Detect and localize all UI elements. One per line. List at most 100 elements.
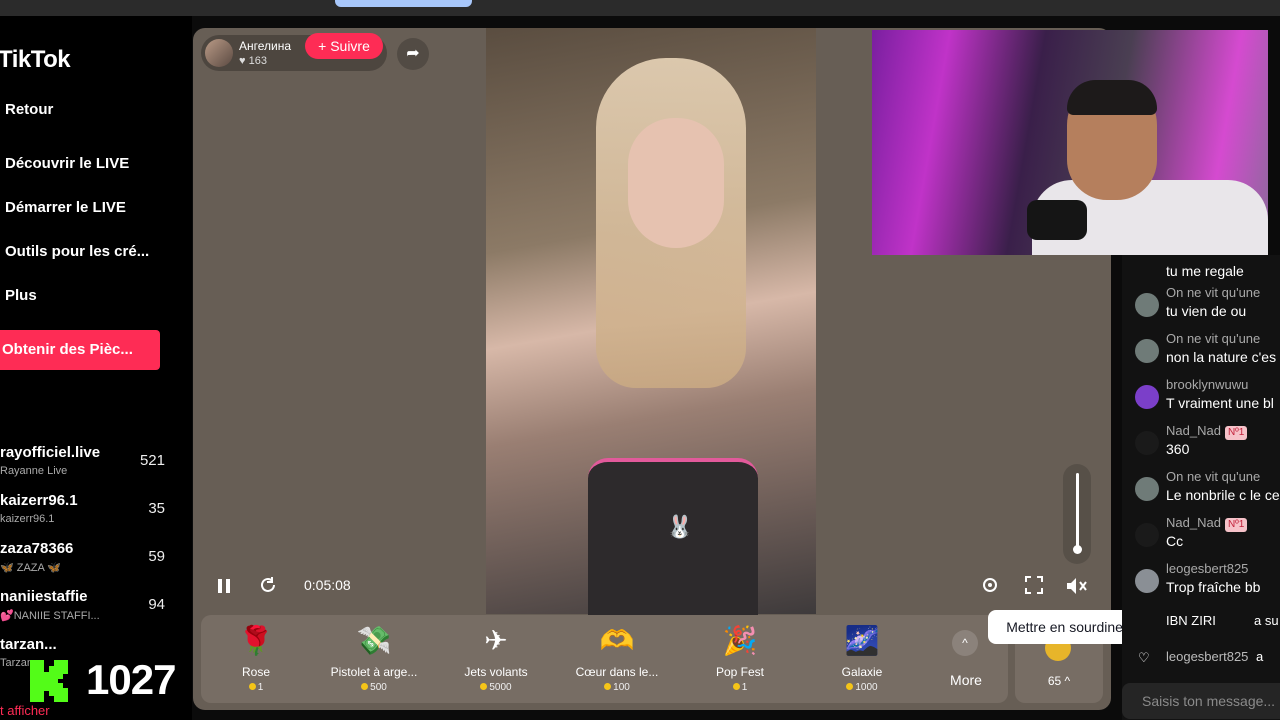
chat-message[interactable]: Nad_Nad Nº1 360	[1122, 423, 1280, 469]
volume-handle[interactable]	[1073, 545, 1082, 554]
gift-icon: 🌹	[238, 625, 274, 656]
chat-message[interactable]: brooklynwuwu T vraiment une bl	[1122, 377, 1280, 423]
avatar[interactable]	[1135, 477, 1159, 501]
rank-badge: Nº1	[1224, 426, 1248, 440]
gift-item[interactable]: 🎉 Pop Fest 1	[685, 615, 795, 703]
gift-name: Jets volants	[464, 665, 528, 679]
creator-name: rayofficiel.live	[0, 444, 101, 461]
gift-item[interactable]: 🌹 Rose 1	[201, 615, 311, 703]
browser-bar	[0, 0, 1280, 16]
chat-username: Nad_Nad	[1166, 515, 1221, 530]
gift-icon: ✈	[484, 625, 508, 656]
gift-price: 1	[741, 682, 748, 693]
chat-message[interactable]: Nad_Nad Nº1 Cc	[1122, 515, 1280, 561]
playback-time: 0:05:08	[304, 577, 351, 593]
follow-button[interactable]: + Suivre	[305, 33, 383, 59]
gift-bar: 🌹 Rose 1 💸 Pistolet à arge... 500 ✈ Jets…	[201, 615, 1008, 703]
avatar[interactable]	[1135, 523, 1159, 547]
more-gifts-button[interactable]: ^ More	[936, 615, 996, 703]
gift-price: 100	[613, 682, 630, 693]
avatar[interactable]	[1135, 431, 1159, 455]
coin-icon	[361, 683, 369, 690]
rank-badge: Nº1	[1224, 518, 1248, 532]
avatar[interactable]	[1135, 569, 1159, 593]
nav-creator-tools[interactable]: Outils pour les cré...	[5, 243, 149, 260]
creator-nickname: kaizerr96.1	[0, 513, 55, 525]
share-icon[interactable]: ➦	[397, 38, 429, 70]
gift-item[interactable]: 🌌 Galaxie 1000	[807, 615, 917, 703]
gift-name: Galaxie	[841, 665, 883, 679]
coin-icon	[846, 683, 854, 690]
viewer-count: 94	[148, 596, 165, 613]
chat-username: On ne vit qu'une	[1166, 285, 1261, 300]
video-subject-face	[628, 118, 724, 248]
creator-nickname: 💕NANIIE STAFFI...	[0, 610, 100, 622]
tiktok-logo[interactable]: TikTok	[0, 46, 71, 74]
creator-item[interactable]: zaza78366 🦋 ZAZA 🦋 59	[0, 540, 175, 580]
chat-username: On ne vit qu'une	[1166, 469, 1261, 484]
gift-item[interactable]: 🫶 Cœur dans le... 100	[562, 615, 672, 703]
bunny-logo-icon: 🐰	[666, 514, 694, 539]
browser-tab[interactable]	[335, 0, 472, 7]
coin-icon	[480, 683, 488, 690]
creator-nickname: 🦋 ZAZA 🦋	[0, 562, 62, 574]
creator-name: zaza78366	[0, 540, 74, 557]
chat-text: a su	[1254, 613, 1279, 628]
live-video[interactable]: 🐰	[486, 28, 816, 618]
gift-item[interactable]: ✈ Jets volants 5000	[441, 615, 551, 703]
host-likes: ♥ 163	[239, 55, 267, 67]
nav-back[interactable]: Retour	[5, 101, 53, 118]
chat-text: Cc	[1166, 533, 1184, 549]
gift-icon: 🌌	[844, 625, 880, 656]
kick-viewer-count: 1027	[86, 656, 176, 703]
creator-nickname: Tarzan	[0, 657, 34, 669]
creator-item[interactable]: rayofficiel.live Rayanne Live 521	[0, 444, 175, 484]
viewer-count: 521	[139, 452, 165, 469]
gift-price: 500	[370, 682, 387, 693]
coin-icon	[248, 683, 256, 690]
chat-text: Trop fraîche bb	[1166, 579, 1261, 595]
gift-name: Pop Fest	[715, 665, 765, 679]
creator-name: kaizerr96.1	[0, 492, 78, 509]
refresh-icon[interactable]	[258, 575, 278, 595]
chat-username: leogesbert825	[1166, 649, 1249, 664]
avatar[interactable]	[1135, 385, 1159, 409]
nav-discover-live[interactable]: Découvrir le LIVE	[5, 155, 129, 172]
get-coins-button[interactable]: Obtenir des Pièc...	[0, 330, 160, 370]
chat-username: brooklynwuwu	[1166, 377, 1249, 392]
chat-username: IBN ZIRI	[1166, 613, 1216, 628]
gift-name: Cœur dans le...	[575, 665, 659, 679]
fullscreen-icon[interactable]	[1025, 576, 1043, 594]
webcam-overlay	[872, 30, 1268, 255]
settings-icon[interactable]	[980, 575, 1000, 595]
mute-icon[interactable]	[1063, 575, 1091, 597]
chat-message[interactable]: On ne vit qu'une non la nature c'es	[1122, 331, 1280, 377]
pause-icon[interactable]	[217, 578, 231, 594]
microphone-icon	[1027, 200, 1087, 240]
chat-panel: tu me regale On ne vit qu'une tu vien de…	[1122, 255, 1280, 720]
avatar[interactable]	[1135, 339, 1159, 363]
webcam-subject-hair	[1067, 80, 1157, 115]
creator-item[interactable]: naniiestaffie 💕NANIIE STAFFI... 94	[0, 588, 175, 628]
chat-message-input[interactable]	[1122, 683, 1280, 719]
heart-icon: ♡	[1138, 650, 1150, 665]
gift-price: 5000	[489, 682, 512, 693]
avatar[interactable]	[205, 39, 233, 67]
nav-start-live[interactable]: Démarrer le LIVE	[5, 199, 126, 216]
coin-icon	[732, 683, 740, 690]
chat-message[interactable]: leogesbert825 Trop fraîche bb	[1122, 561, 1280, 607]
gift-item[interactable]: 💸 Pistolet à arge... 500	[319, 615, 429, 703]
chat-username: Nad_Nad	[1166, 423, 1221, 438]
gift-name: Rose	[241, 665, 270, 679]
creator-item[interactable]: kaizerr96.1 kaizerr96.1 35	[0, 492, 175, 532]
show-link[interactable]: t afficher	[0, 703, 50, 718]
chat-text: 360	[1166, 441, 1190, 457]
coin-icon	[604, 683, 612, 690]
creator-name: naniiestaffie	[0, 588, 88, 605]
avatar[interactable]	[1135, 293, 1159, 317]
chat-message[interactable]: On ne vit qu'une Le nonbrile c le ce	[1122, 469, 1280, 515]
creator-nickname: Rayanne Live	[0, 465, 68, 477]
chat-message[interactable]: On ne vit qu'une tu vien de ou	[1122, 285, 1280, 331]
gift-icon: 🫶	[599, 625, 635, 656]
nav-more[interactable]: Plus	[5, 287, 37, 304]
